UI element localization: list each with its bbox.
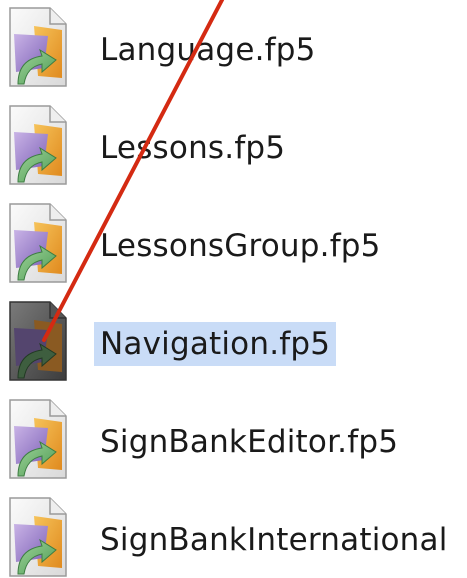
file-name: SignBankInternational <box>100 522 448 558</box>
file-item-language[interactable]: Language.fp5 <box>0 4 467 100</box>
filemaker-document-icon <box>4 496 70 578</box>
file-name: SignBankEditor.fp5 <box>100 424 399 460</box>
filemaker-document-icon <box>4 300 70 382</box>
file-name: LessonsGroup.fp5 <box>100 228 381 264</box>
file-list: Language.fp5 Lessons.fp5 LessonsGroup.fp <box>0 0 467 578</box>
filemaker-document-icon <box>4 398 70 480</box>
file-item-lessonsgroup[interactable]: LessonsGroup.fp5 <box>0 200 467 296</box>
filemaker-document-icon <box>4 104 70 186</box>
file-item-navigation[interactable]: Navigation.fp5 <box>0 298 467 394</box>
file-item-signbankeditor[interactable]: SignBankEditor.fp5 <box>0 396 467 492</box>
file-item-lessons[interactable]: Lessons.fp5 <box>0 102 467 198</box>
file-name: Navigation.fp5 <box>94 322 337 366</box>
file-item-signbankinternational[interactable]: SignBankInternational <box>0 494 467 578</box>
file-name: Language.fp5 <box>100 32 316 68</box>
filemaker-document-icon <box>4 6 70 88</box>
filemaker-document-icon <box>4 202 70 284</box>
file-name: Lessons.fp5 <box>100 130 286 166</box>
